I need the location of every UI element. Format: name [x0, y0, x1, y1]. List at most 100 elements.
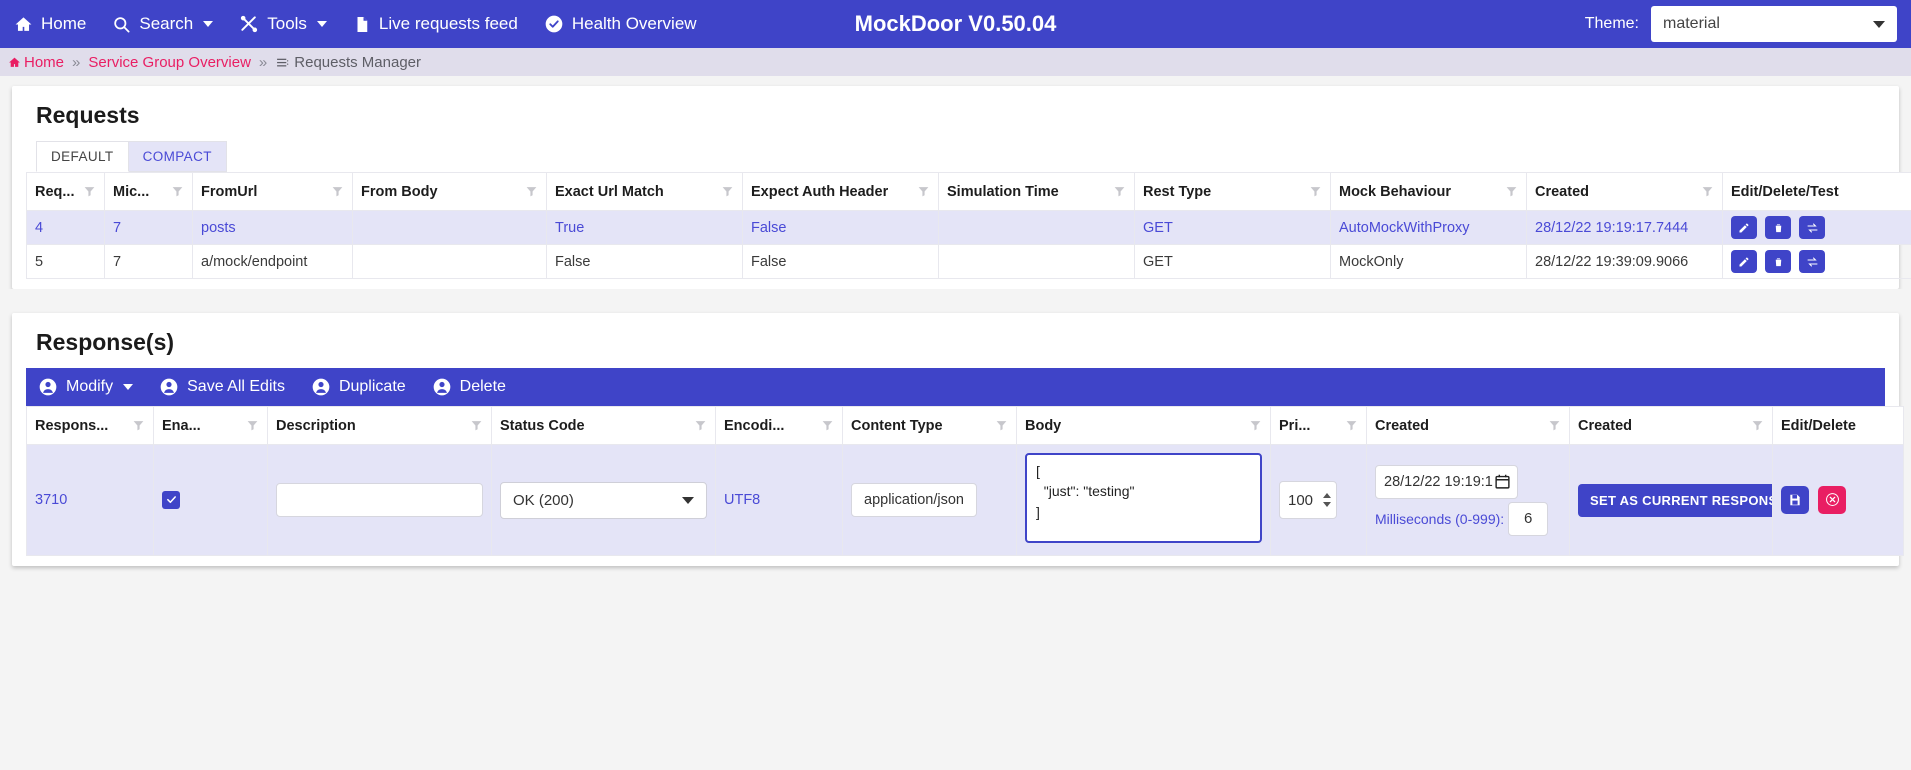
created-date-input[interactable]: 28/12/22 19:19:1	[1375, 464, 1518, 499]
breadcrumb-service-group-overview[interactable]: Service Group Overview	[88, 54, 251, 71]
filter-icon[interactable]	[1548, 419, 1561, 432]
breadcrumb-home[interactable]: Home	[8, 54, 64, 71]
priority-value: 100	[1288, 491, 1314, 509]
content-type-field[interactable]: application/json	[851, 483, 977, 517]
nav-item-live-requests-feed[interactable]: Live requests feed	[353, 14, 518, 34]
nav-item-tools-label: Tools	[267, 14, 307, 33]
filter-icon[interactable]	[1751, 419, 1764, 432]
filter-icon[interactable]	[132, 419, 145, 432]
save-response-button[interactable]	[1781, 486, 1809, 515]
breadcrumb-home-label: Home	[24, 53, 65, 71]
responses-toolbar: Modify Save All Edits Duplicate Delete	[26, 368, 1885, 406]
pencil-icon	[1739, 257, 1749, 266]
priority-stepper[interactable]: 100	[1279, 481, 1337, 519]
test-request-button[interactable]	[1799, 216, 1826, 239]
requests-title: Requests	[36, 102, 140, 128]
theme-select[interactable]: material	[1651, 6, 1897, 42]
nav-item-search[interactable]: Search	[112, 14, 214, 34]
enabled-checkbox[interactable]	[162, 490, 180, 509]
edit-request-button[interactable]	[1731, 216, 1757, 239]
delete-request-button[interactable]	[1765, 250, 1792, 273]
cell-created: 28/12/22 19:39:09.9066	[1526, 244, 1723, 279]
tab-default[interactable]: DEFAULT	[36, 141, 129, 172]
milliseconds-input[interactable]: 6	[1508, 501, 1549, 536]
filter-icon[interactable]	[694, 419, 707, 432]
cell-from-body	[352, 244, 547, 279]
table-row[interactable]: 4 7 posts True False GET AutoMockWithPro…	[26, 210, 1911, 245]
filter-icon[interactable]	[246, 419, 259, 432]
description-input[interactable]	[276, 483, 483, 517]
col-created-date: Created	[1366, 406, 1570, 445]
requests-card: Requests DEFAULT COMPACT Req... Mic... F…	[12, 86, 1911, 289]
filter-icon[interactable]	[470, 419, 483, 432]
filter-icon[interactable]	[995, 419, 1008, 432]
breadcrumb: Home » Service Group Overview » Requests…	[0, 48, 1911, 76]
chevron-down-icon[interactable]	[1323, 501, 1332, 508]
cell-created-action: SET AS CURRENT RESPONSE	[1569, 444, 1773, 556]
table-row[interactable]: 3710 OK (200) UTF8 application/json ["j…	[26, 444, 1904, 556]
duplicate-button[interactable]: Duplicate	[311, 377, 406, 397]
status-code-value: OK (200)	[513, 491, 574, 509]
cell-microservice: 7	[104, 244, 193, 279]
filter-icon[interactable]	[917, 185, 930, 198]
cell-from-url: posts	[192, 210, 353, 245]
chevron-down-icon	[316, 21, 327, 27]
cell-created: 28/12/22 19:19:17.7444	[1526, 210, 1723, 245]
col-description: Description	[267, 406, 492, 445]
chevron-down-icon	[682, 496, 694, 504]
col-simulation-time: Simulation Time	[938, 172, 1135, 211]
filter-icon[interactable]	[83, 185, 96, 198]
test-request-button[interactable]	[1799, 250, 1826, 273]
filter-icon[interactable]	[1505, 185, 1518, 198]
person-icon	[160, 378, 178, 396]
set-as-current-response-button[interactable]: SET AS CURRENT RESPONSE	[1578, 483, 1772, 517]
milliseconds-label: Milliseconds (0-999):	[1375, 510, 1505, 527]
cell-description	[267, 444, 492, 556]
cell-mock-behaviour: AutoMockWithProxy	[1330, 210, 1527, 245]
col-enabled: Ena...	[153, 406, 268, 445]
body-textarea[interactable]: [ "just": "testing" ]	[1025, 453, 1262, 543]
edit-request-button[interactable]	[1731, 250, 1757, 273]
save-all-edits-button[interactable]: Save All Edits	[159, 377, 285, 397]
delete-label: Delete	[459, 378, 506, 395]
modify-button[interactable]: Modify	[38, 377, 134, 397]
chevron-up-icon[interactable]	[1323, 492, 1332, 499]
filter-icon[interactable]	[721, 185, 734, 198]
responses-header-row: Respons... Ena... Description Status Cod…	[26, 406, 1904, 445]
delete-response-button[interactable]	[1818, 485, 1847, 514]
nav-item-health-overview[interactable]: Health Overview	[544, 14, 697, 34]
nav-item-search-label: Search	[139, 14, 194, 33]
filter-icon[interactable]	[525, 185, 538, 198]
filter-icon[interactable]	[821, 419, 834, 432]
person-icon	[39, 378, 57, 396]
filter-icon[interactable]	[1701, 185, 1714, 198]
filter-icon[interactable]	[1345, 419, 1358, 432]
filter-icon[interactable]	[1249, 419, 1262, 432]
stepper-arrows	[1323, 492, 1332, 508]
filter-icon[interactable]	[331, 185, 344, 198]
calendar-icon[interactable]	[1494, 473, 1511, 490]
chevron-down-icon	[123, 384, 134, 390]
nav-item-health-overview-label: Health Overview	[571, 14, 697, 33]
delete-request-button[interactable]	[1765, 216, 1792, 239]
filter-icon[interactable]	[1113, 185, 1126, 198]
check-icon	[166, 496, 176, 504]
tab-compact[interactable]: COMPACT	[128, 141, 227, 172]
person-icon	[433, 378, 450, 396]
nav-item-live-requests-feed-label: Live requests feed	[378, 14, 518, 33]
nav-item-home[interactable]: Home	[14, 14, 86, 34]
table-row[interactable]: 5 7 a/mock/endpoint False False GET Mock…	[26, 244, 1911, 279]
cell-exact-url-match: True	[546, 210, 743, 245]
filter-icon[interactable]	[171, 185, 184, 198]
col-response-id: Respons...	[26, 406, 154, 445]
status-code-select[interactable]: OK (200)	[500, 481, 707, 519]
cell-expect-auth-header: False	[742, 244, 939, 279]
col-edit-delete-test: Edit/Delete/Test	[1722, 172, 1911, 211]
filter-icon[interactable]	[1309, 185, 1322, 198]
cell-simulation-time	[938, 210, 1135, 245]
col-status-code: Status Code	[491, 406, 716, 445]
cell-status-code: OK (200)	[491, 444, 716, 556]
delete-button[interactable]: Delete	[432, 377, 506, 397]
home-icon	[14, 15, 33, 34]
nav-item-tools[interactable]: Tools	[239, 14, 327, 34]
